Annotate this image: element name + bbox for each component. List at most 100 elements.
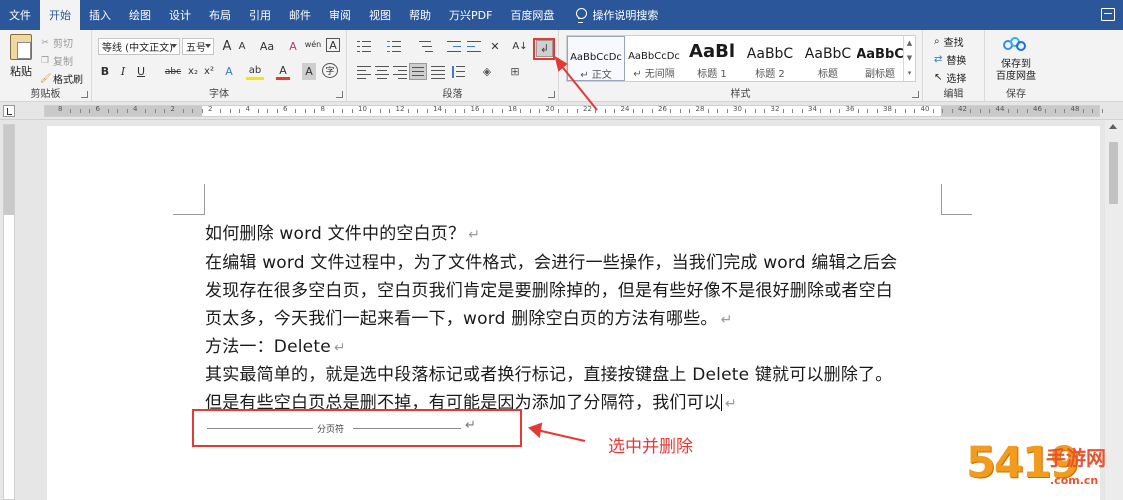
annotation-label: 选中并删除 [608,437,693,457]
ruler-tick [726,109,728,113]
tab-view[interactable]: 视图 [360,0,400,30]
shrink-font-button[interactable]: A [236,38,248,55]
grow-font-button[interactable]: A [220,38,234,55]
tab-mailings[interactable]: 邮件 [280,0,320,30]
format-painter-button[interactable]: 🖌 格式刷 [40,71,83,87]
font-color-button[interactable]: A [276,63,290,80]
clear-formatting-button[interactable]: A [286,38,300,55]
paragraph-launcher-icon[interactable] [548,91,555,98]
replace-button[interactable]: ⇄ 替换 [934,52,966,67]
decrease-indent-icon[interactable] [447,41,461,53]
chevron-down-icon[interactable]: ▼ [904,51,915,66]
tab-home[interactable]: 开始 [40,0,80,30]
cut-button[interactable]: ✂ 剪切 [40,35,73,51]
save-to-baidu-button[interactable]: 保存到 百度网盘 [993,59,1039,83]
borders-icon[interactable]: ⊞ [507,63,523,80]
copy-button[interactable]: ❐ 复制 [40,53,73,69]
ruler-tick [651,109,653,113]
sort-icon[interactable]: A↓ [512,38,528,55]
tab-layout[interactable]: 布局 [200,0,240,30]
multilevel-list-icon[interactable] [419,41,433,53]
superscript-button[interactable]: x² [202,63,216,80]
phonetic-guide-button[interactable]: wén [304,36,322,53]
tab-design[interactable]: 设计 [160,0,200,30]
underline-button[interactable]: U [134,63,148,80]
numbering-icon[interactable] [387,41,401,53]
font-launcher-icon[interactable] [336,91,343,98]
tell-me-search[interactable]: 操作说明搜索 [563,0,658,30]
distributed-icon[interactable] [431,66,445,80]
style-title[interactable]: AaBbC 标题 [799,36,857,81]
find-button[interactable]: ⌕ 查找 [934,34,964,49]
ribbon-display-icon[interactable] [1101,8,1115,21]
style-subtitle[interactable]: AaBbC 副标题 [857,36,903,81]
bold-button[interactable]: B [98,63,112,80]
strikethrough-button[interactable]: abc [162,63,184,80]
align-center-icon[interactable] [375,66,389,80]
character-border-button[interactable]: A [326,38,340,52]
ruler-tick [426,109,428,113]
shading-bucket-icon[interactable]: ◈ [479,63,495,80]
ruler-tick [867,109,869,113]
style-heading-2[interactable]: AaBbC 标题 2 [741,36,799,81]
vertical-ruler[interactable] [0,120,20,500]
ruler-tick [520,109,522,113]
horizontal-ruler[interactable]: 8 6 4 2 2 4 6 8 10 12 14 16 18 20 22 24 26 28 30 32 34 36 38 40… [0,102,1123,120]
change-case-button[interactable]: Aa [256,38,278,55]
tab-stop-selector[interactable] [3,105,15,117]
style-name: ↵ 正文 [580,70,612,81]
more-styles-icon[interactable]: ▾ [904,66,915,81]
ruler-tick [182,109,184,113]
doc-paragraph-line: 页太多，今天我们一起来看一下，word 删除空白页的方法有哪些。 ↵ [205,309,733,329]
font-size-select[interactable]: 五号 [182,38,214,55]
styles-gallery-scroll[interactable]: ▲ ▼ ▾ [903,36,915,81]
ruler-tick [567,109,569,113]
justify-icon[interactable] [409,63,427,80]
style-heading-1[interactable]: AaBl 标题 1 [683,36,741,81]
tab-insert[interactable]: 插入 [80,0,120,30]
doc-paragraph-line: 其实最简单的，就是选中段落标记或者换行标记，直接按键盘上 Delete 键就可以… [205,365,893,385]
character-shading-button[interactable]: A [302,63,316,80]
tab-baidu-netdisk[interactable]: 百度网盘 [501,0,563,30]
chevron-up-icon[interactable]: ▲ [904,36,915,51]
enclose-characters-button[interactable]: 字 [322,63,338,78]
ruler-number: 4 [245,105,250,113]
clipboard-group-label: 剪贴板 [30,89,61,100]
line-spacing-icon[interactable] [451,66,465,78]
scroll-thumb[interactable] [1109,142,1118,204]
ruler-number: 34 [808,105,817,113]
style-normal[interactable]: AaBbCcDc ↵ 正文 [567,36,625,81]
highlight-button[interactable]: ab [246,63,264,80]
italic-button[interactable]: I [116,63,130,80]
scroll-up-icon[interactable] [1109,124,1117,129]
style-no-spacing[interactable]: AaBbCcDc ↵ 无间隔 [625,36,683,81]
tab-draw[interactable]: 绘图 [120,0,160,30]
chevron-down-icon [171,44,177,48]
ruler-tick [342,109,344,113]
align-left-icon[interactable] [357,66,371,80]
font-name-select[interactable]: 等线 (中文正文) [98,38,180,55]
ruler-number: 10 [358,105,367,113]
tab-help[interactable]: 帮助 [400,0,440,30]
text-effects-button[interactable]: A [222,63,236,80]
save-button-line2: 百度网盘 [996,71,1036,82]
styles-launcher-icon[interactable] [912,91,919,98]
tab-review[interactable]: 审阅 [320,0,360,30]
bullets-icon[interactable] [357,41,371,53]
chinese-layout-icon[interactable]: ✕ [487,38,503,55]
ruler-track: 8 6 4 2 2 4 6 8 10 12 14 16 18 20 22 24 26 28 30 32 34 36 38 40… [44,105,1103,117]
align-right-icon[interactable] [393,66,407,80]
find-label: 查找 [943,38,964,49]
tab-file[interactable]: 文件 [0,0,40,30]
tab-references[interactable]: 引用 [240,0,280,30]
ruler-number: 6 [283,105,288,113]
increase-indent-icon[interactable] [467,41,481,53]
ruler-number: 18 [508,105,517,113]
ruler-number: 48 [1070,105,1080,113]
clipboard-launcher-icon[interactable] [81,91,88,98]
tab-wondershare-pdf[interactable]: 万兴PDF [440,0,501,30]
ruler-number: 2 [208,105,213,113]
subscript-button[interactable]: x₂ [186,63,200,80]
select-button[interactable]: ↖ 选择 [934,70,966,85]
paste-button[interactable]: 粘贴 [6,34,36,79]
